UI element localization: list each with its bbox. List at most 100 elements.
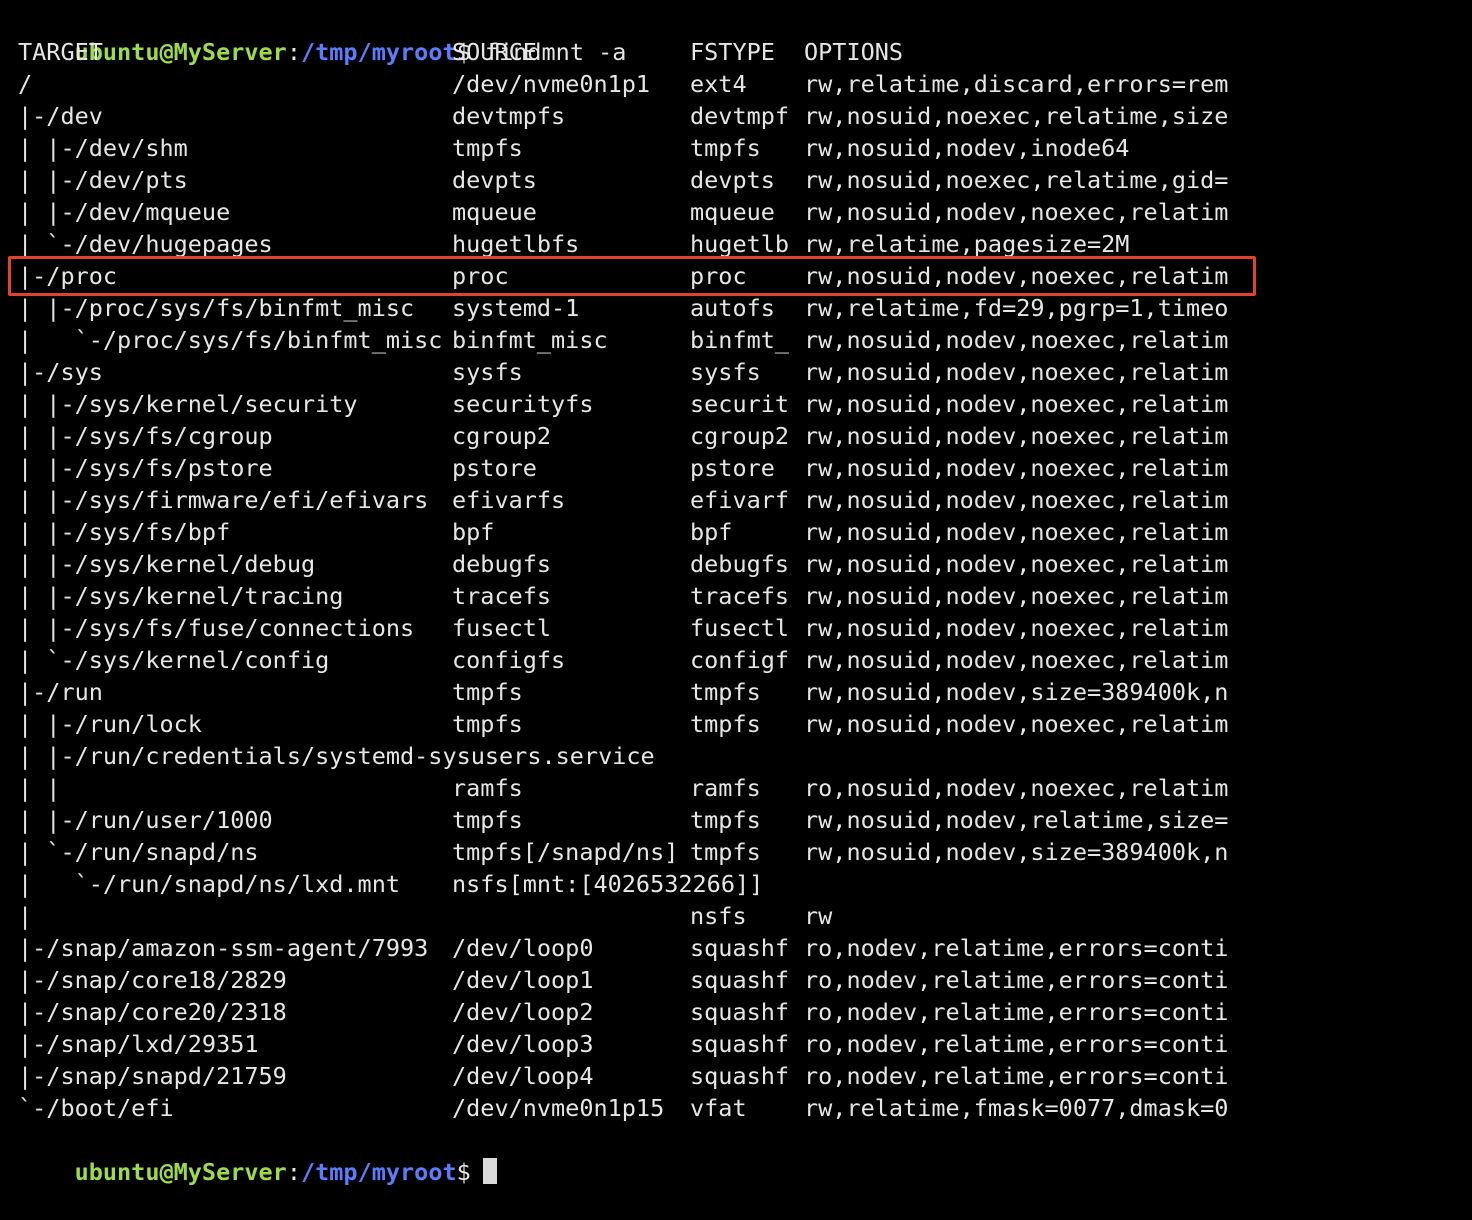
- cell-options: rw,nosuid,nodev,noexec,relatim: [804, 390, 1229, 418]
- cell-source: tmpfs[/snapd/ns]: [452, 838, 679, 866]
- header-target: TARGET: [18, 38, 103, 66]
- terminal-window[interactable]: ubuntu@MyServer:/tmp/myroot$ findmnt -a …: [0, 0, 1472, 1186]
- cell-fstype: mqueue: [690, 198, 775, 226]
- cell-source: securityfs: [452, 390, 594, 418]
- cell-source: tmpfs: [452, 678, 523, 706]
- cell-source: cgroup2: [452, 422, 552, 450]
- cell-options: rw,nosuid,nodev,noexec,relatim: [804, 486, 1229, 514]
- cell-options: ro,nodev,relatime,errors=conti: [804, 998, 1229, 1026]
- cell-fstype: tmpfs: [690, 678, 761, 706]
- cell-options: rw,nosuid,nodev,relatime,size=: [804, 806, 1229, 834]
- cell-source: /dev/loop4: [452, 1062, 594, 1090]
- cell-options: rw,nosuid,nodev,noexec,relatim: [804, 358, 1229, 386]
- cell-target: | |-/run/credentials/systemd-sysusers.se…: [18, 742, 655, 770]
- cell-fstype: squashf: [690, 934, 790, 962]
- cell-target: | |-/sys/kernel/tracing: [18, 582, 344, 610]
- cell-options: ro,nodev,relatime,errors=conti: [804, 934, 1229, 962]
- cell-options: rw,nosuid,noexec,relatime,gid=: [804, 166, 1229, 194]
- cell-options: rw,relatime,fmask=0077,dmask=0: [804, 1094, 1229, 1122]
- cell-source: bpf: [452, 518, 495, 546]
- cell-target: | |-/run/lock: [18, 710, 202, 738]
- cell-fstype: devpts: [690, 166, 775, 194]
- cell-target: |-/dev: [18, 102, 103, 130]
- cell-fstype: tmpfs: [690, 838, 761, 866]
- cell-target: |-/snap/snapd/21759: [18, 1062, 287, 1090]
- cell-options: rw,nosuid,nodev,noexec,relatim: [804, 518, 1229, 546]
- cell-target: | |-/sys/kernel/security: [18, 390, 358, 418]
- table-header: TARGET SOURCE FSTYPE OPTIONS: [18, 36, 903, 68]
- cell-target: |-/snap/lxd/29351: [18, 1030, 259, 1058]
- cell-source: /dev/loop0: [452, 934, 594, 962]
- cell-source: efivarfs: [452, 486, 566, 514]
- prompt-path: /tmp/myroot: [300, 38, 457, 66]
- cell-options: rw,nosuid,nodev,size=389400k,n: [804, 838, 1229, 866]
- cell-target: | |-/dev/shm: [18, 134, 188, 162]
- cell-fstype: bpf: [690, 518, 733, 546]
- cell-source: sysfs: [452, 358, 523, 386]
- cell-fstype: tmpfs: [690, 806, 761, 834]
- cell-fstype: squashf: [690, 1062, 790, 1090]
- prompt-symbol: $: [456, 1158, 471, 1186]
- cell-source: /dev/nvme0n1p15: [452, 1094, 665, 1122]
- cell-source: binfmt_misc: [452, 326, 608, 354]
- cell-target: | `-/run/snapd/ns: [18, 838, 259, 866]
- cell-source: fusectl: [452, 614, 552, 642]
- header-source: SOURCE: [452, 38, 537, 66]
- cell-target: |-/snap/core18/2829: [18, 966, 287, 994]
- cell-source: ramfs: [452, 774, 523, 802]
- cell-fstype: tmpfs: [690, 710, 761, 738]
- cell-source: tmpfs: [452, 134, 523, 162]
- cell-source: /dev/loop3: [452, 1030, 594, 1058]
- cell-source: debugfs: [452, 550, 552, 578]
- cell-fstype: squashf: [690, 966, 790, 994]
- cell-target: |-/snap/core20/2318: [18, 998, 287, 1026]
- cell-target: | |-/dev/mqueue: [18, 198, 231, 226]
- cell-source: /dev/nvme0n1p1: [452, 70, 651, 98]
- cell-source: systemd-1: [452, 294, 580, 322]
- cell-fstype: binfmt_: [690, 326, 790, 354]
- cell-fstype: debugfs: [690, 550, 790, 578]
- cell-options: rw,nosuid,nodev,noexec,relatim: [804, 326, 1229, 354]
- cell-source: tmpfs: [452, 710, 523, 738]
- cell-fstype: ext4: [690, 70, 747, 98]
- cell-options: rw,nosuid,nodev,inode64: [804, 134, 1130, 162]
- cell-fstype: vfat: [690, 1094, 747, 1122]
- cell-source: configfs: [452, 646, 566, 674]
- command-prompt-line: ubuntu@MyServer:/tmp/myroot$ findmnt -a: [18, 4, 627, 66]
- cell-options: rw,nosuid,nodev,noexec,relatim: [804, 710, 1229, 738]
- header-fstype: FSTYPE: [690, 38, 775, 66]
- cell-options: rw,relatime,discard,errors=rem: [804, 70, 1229, 98]
- cell-fstype: autofs: [690, 294, 775, 322]
- header-options: OPTIONS: [804, 38, 904, 66]
- cell-options: rw,nosuid,nodev,noexec,relatim: [804, 646, 1229, 674]
- text-cursor: [482, 1158, 497, 1184]
- cell-options: rw,nosuid,nodev,noexec,relatim: [804, 454, 1229, 482]
- prompt-user-host: ubuntu@MyServer: [74, 1158, 287, 1186]
- cell-fstype: efivarf: [690, 486, 790, 514]
- cell-source: /dev/loop1: [452, 966, 594, 994]
- cell-target: | |-/sys/fs/bpf: [18, 518, 231, 546]
- cell-source: tracefs: [452, 582, 552, 610]
- prompt-path: /tmp/myroot: [300, 1158, 457, 1186]
- cell-options: ro,nodev,relatime,errors=conti: [804, 1030, 1229, 1058]
- cell-target: | |-/proc/sys/fs/binfmt_misc: [18, 294, 415, 322]
- cell-target: | `-/proc/sys/fs/binfmt_misc: [18, 326, 443, 354]
- cell-options: rw,nosuid,nodev,noexec,relatim: [804, 422, 1229, 450]
- cell-fstype: configf: [690, 646, 790, 674]
- cell-target: | `-/run/snapd/ns/lxd.mnt: [18, 870, 401, 898]
- prompt-colon: :: [286, 1158, 301, 1186]
- cell-fstype: nsfs: [690, 902, 747, 930]
- cell-options: rw,nosuid,nodev,noexec,relatim: [804, 614, 1229, 642]
- cell-fstype: squashf: [690, 998, 790, 1026]
- cell-options: rw,nosuid,nodev,noexec,relatim: [804, 582, 1229, 610]
- cell-fstype: tmpfs: [690, 134, 761, 162]
- cell-target: |: [18, 902, 33, 930]
- cell-source: pstore: [452, 454, 537, 482]
- cell-target: | |-/dev/pts: [18, 166, 188, 194]
- cell-target: | |-/sys/firmware/efi/efivars: [18, 486, 429, 514]
- final-prompt-line[interactable]: ubuntu@MyServer:/tmp/myroot$: [18, 1124, 497, 1186]
- cell-source: tmpfs: [452, 806, 523, 834]
- cell-target: |-/snap/amazon-ssm-agent/7993: [18, 934, 429, 962]
- highlight-box: [8, 256, 1256, 296]
- cell-fstype: tracefs: [690, 582, 790, 610]
